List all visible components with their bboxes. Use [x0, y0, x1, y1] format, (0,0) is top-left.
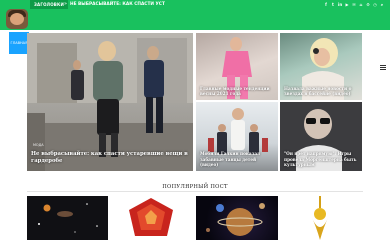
site-logo[interactable]	[6, 9, 28, 29]
section-divider	[27, 191, 363, 192]
settings-icon[interactable]: ⚙	[366, 2, 370, 7]
featured-post-2[interactable]: Назвала важные новости о звездах в бассе…	[280, 33, 362, 100]
logo-face	[10, 13, 24, 25]
popular-post-1-image	[38, 203, 98, 233]
menu-button[interactable]: ГЛАВНАЯ	[9, 32, 29, 54]
popular-post-4-image	[312, 196, 328, 240]
breaking-news-label: ЗАГОЛОВКИ	[30, 0, 69, 9]
featured-post-1[interactable]: Главные модные тенденции весны 2021 года	[196, 33, 278, 100]
post-2-title[interactable]: Назвала важные новости о звездах в бассе…	[284, 86, 358, 96]
featured-post-3[interactable]: Мобили Галкин показал забавные танцы дет…	[196, 102, 278, 171]
featured-main-title[interactable]: Не выбрасывайте: как спасти устаревшие в…	[31, 151, 189, 164]
popular-post-3-image	[206, 203, 265, 236]
popular-post-4[interactable]	[280, 196, 362, 240]
hamburger-icon[interactable]	[380, 65, 386, 70]
post-category[interactable]: МОДА	[33, 143, 44, 147]
linkedin-icon[interactable]: in	[338, 2, 342, 7]
popular-post-1[interactable]	[27, 196, 108, 240]
post-4-title[interactable]: "Он врет напрямую": Игры провела Моргенш…	[284, 151, 358, 167]
popular-post-2[interactable]	[111, 196, 192, 240]
popular-section-title: ПОПУЛЯРНЫЙ ПОСТ	[162, 184, 228, 190]
facebook-icon[interactable]: f	[324, 2, 328, 7]
twitter-icon[interactable]: t	[331, 2, 335, 7]
featured-main-post[interactable]: МОДА Не выбрасывайте: как спасти устарев…	[27, 33, 193, 171]
popular-post-2-image	[129, 198, 173, 236]
ticker-separator: »	[64, 1, 68, 7]
home-icon[interactable]: ⌂	[359, 2, 363, 7]
mail-icon[interactable]: ✉	[352, 2, 356, 7]
popular-post-3[interactable]	[196, 196, 278, 240]
clock-icon[interactable]: ◷	[373, 2, 377, 7]
news-ticker[interactable]: НЕ ВЫБРАСЫВАЙТЕ: КАК СПАСТИ УСТ	[70, 0, 165, 9]
post-3-title[interactable]: Мобили Галкин показал забавные танцы дет…	[200, 151, 274, 167]
top-bar: ЗАГОЛОВКИ » НЕ ВЫБРАСЫВАЙТЕ: КАК СПАСТИ …	[0, 0, 390, 30]
youtube-icon[interactable]: ▶	[345, 2, 349, 7]
featured-post-4[interactable]: "Он врет напрямую": Игры провела Моргенш…	[280, 102, 362, 171]
post-1-title[interactable]: Главные модные тенденции весны 2021 года	[200, 86, 274, 96]
search-icon[interactable]: ⌕	[380, 2, 384, 7]
social-icons: f t in ▶ ✉ ⌂ ⚙ ◷ ⌕	[324, 0, 384, 9]
